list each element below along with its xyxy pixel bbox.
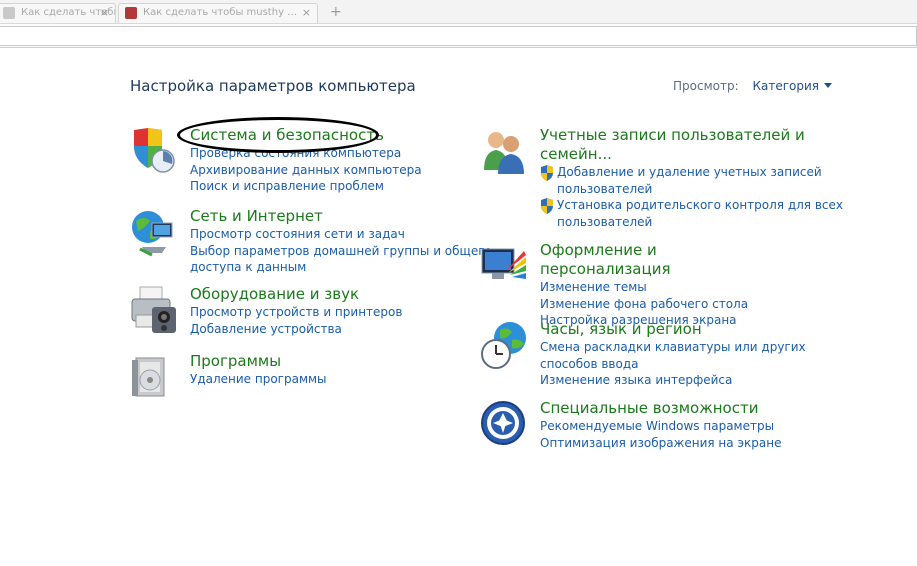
view-by-label: Просмотр: (673, 79, 739, 93)
printer-hardware-icon (130, 285, 180, 335)
network-globe-icon (130, 207, 180, 257)
tab-label: Как сделать чтобы musthy … (143, 7, 298, 18)
link-desktop-background[interactable]: Изменение фона рабочего стола (540, 296, 748, 313)
new-tab-icon[interactable]: + (330, 4, 342, 20)
link-optimize-visual-display[interactable]: Оптимизация изображения на экране (540, 435, 781, 452)
link-network-status[interactable]: Просмотр состояния сети и задач (190, 226, 492, 243)
link-recommended-settings[interactable]: Рекомендуемые Windows параметры (540, 418, 781, 435)
link-add-device[interactable]: Добавление устройства (190, 321, 402, 338)
link-change-theme[interactable]: Изменение темы (540, 279, 748, 296)
users-icon (480, 126, 530, 176)
link-homegroup[interactable]: Выбор параметров домашней группы и общег… (190, 243, 492, 260)
view-by-dropdown[interactable]: Категория (752, 79, 832, 93)
category-title[interactable]: Программы (190, 352, 327, 371)
uac-shield-icon (541, 198, 553, 214)
category-title[interactable]: Оборудование и звук (190, 285, 402, 304)
link-keyboard-layout-cont[interactable]: способов ввода (540, 356, 806, 373)
link-line: пользователей (557, 181, 653, 196)
clock-globe-icon (480, 320, 530, 370)
category-title[interactable]: Учетные записи пользователей и семейн... (540, 126, 843, 164)
view-by-selector: Просмотр: Категория (673, 79, 832, 93)
view-by-value: Категория (752, 79, 819, 93)
ease-of-access-icon (480, 399, 530, 449)
chevron-down-icon (823, 83, 832, 88)
browser-tab-2[interactable]: Как сделать чтобы musthy … × (118, 3, 318, 23)
tab-close-icon[interactable]: × (302, 4, 311, 22)
category-title-line1: Учетные записи пользователей и (540, 126, 805, 144)
link-line: пользователей (557, 214, 653, 229)
category-title[interactable]: Часы, язык и регион (540, 320, 806, 339)
link-keyboard-layout[interactable]: Смена раскладки клавиатуры или других (540, 339, 806, 356)
shield-security-icon (130, 126, 180, 176)
uac-shield-icon (541, 165, 553, 181)
category-title[interactable]: Сеть и Интернет (190, 207, 492, 226)
category-title-line2: семейн... (540, 145, 612, 163)
link-troubleshoot[interactable]: Поиск и исправление проблем (190, 178, 422, 195)
link-line: Установка родительского контроля для все… (557, 198, 843, 212)
address-input[interactable] (0, 26, 917, 46)
browser-tab-1[interactable]: Как сделать чтобы при вк… × (0, 3, 116, 23)
tab-favicon-icon (3, 7, 15, 19)
link-add-remove-accounts[interactable]: Добавление и удаление учетных записей по… (540, 164, 843, 197)
link-backup[interactable]: Архивирование данных компьютера (190, 162, 422, 179)
link-display-language[interactable]: Изменение языка интерфейса (540, 372, 806, 389)
tab-favicon-icon (125, 7, 137, 19)
link-line: Добавление и удаление учетных записей (557, 165, 822, 179)
programs-box-icon (130, 352, 180, 402)
link-check-computer-status[interactable]: Проверка состояния компьютера (190, 145, 422, 162)
link-parental-controls[interactable]: Установка родительского контроля для все… (540, 197, 843, 230)
link-homegroup-cont[interactable]: доступа к данным (190, 259, 492, 276)
appearance-monitor-icon (480, 241, 530, 291)
tab-close-icon[interactable]: × (100, 4, 109, 22)
address-bar[interactable] (0, 24, 917, 48)
category-title[interactable]: Система и безопасность (190, 126, 422, 145)
link-devices-printers[interactable]: Просмотр устройств и принтеров (190, 304, 402, 321)
link-uninstall-program[interactable]: Удаление программы (190, 371, 327, 388)
browser-tab-bar: Как сделать чтобы при вк… × Как сделать … (0, 0, 917, 24)
page-title: Настройка параметров компьютера (130, 77, 416, 95)
category-title[interactable]: Специальные возможности (540, 399, 781, 418)
category-title[interactable]: Оформление и персонализация (540, 241, 748, 279)
